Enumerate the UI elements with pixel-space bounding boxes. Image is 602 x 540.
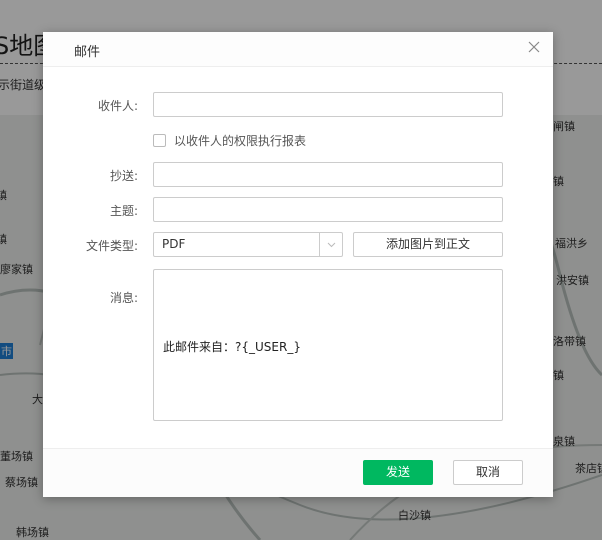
email-dialog: 邮件 收件人: 以收件人的权限执行报表 抄送: 主题: 文件类型: PDF 添加… [43, 32, 553, 497]
permission-checkbox-label[interactable]: 以收件人的权限执行报表 [174, 132, 306, 149]
recipient-input[interactable] [153, 92, 503, 117]
file-type-select[interactable]: PDF [153, 232, 343, 257]
subject-input[interactable] [153, 197, 503, 222]
permission-checkbox[interactable] [153, 134, 166, 147]
send-button[interactable]: 发送 [363, 460, 433, 485]
subject-label: 主题: [109, 204, 138, 218]
dialog-title: 邮件 [74, 45, 101, 60]
close-icon[interactable] [527, 40, 541, 54]
message-text: 此邮件来自：?{_USER_} [163, 340, 301, 354]
chevron-down-icon[interactable] [319, 233, 342, 256]
cc-label: 抄送: [109, 169, 138, 183]
message-textarea[interactable]: 此邮件来自：?{_USER_} [153, 269, 503, 421]
recipient-label: 收件人: [97, 99, 138, 113]
cc-input[interactable] [153, 162, 503, 187]
add-image-button[interactable]: 添加图片到正文 [353, 232, 503, 257]
cancel-button[interactable]: 取消 [453, 460, 523, 485]
file-type-label: 文件类型: [85, 239, 138, 253]
message-label: 消息: [109, 291, 138, 305]
file-type-value: PDF [162, 237, 186, 251]
dialog-header: 邮件 [43, 32, 553, 67]
dialog-footer: 发送 取消 [43, 448, 553, 497]
